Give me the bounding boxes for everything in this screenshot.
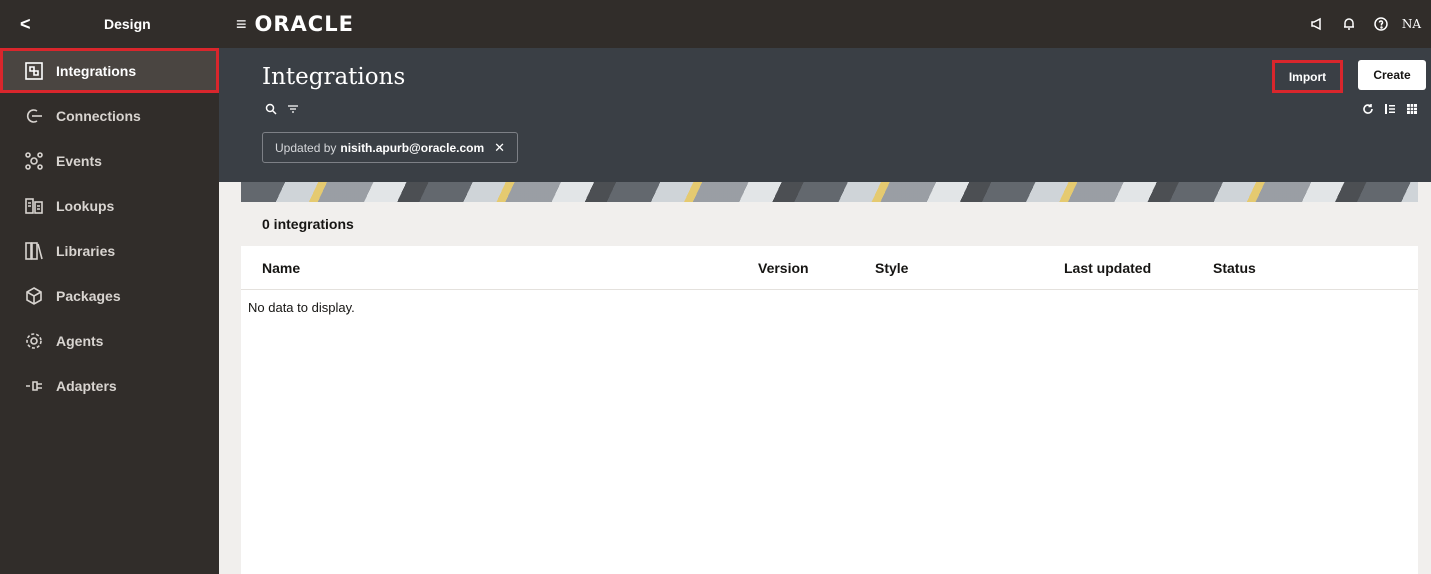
import-button[interactable]: Import	[1272, 60, 1343, 93]
sidebar-header: < Design	[0, 0, 219, 48]
lookups-icon	[24, 196, 44, 216]
sidebar-item-adapters[interactable]: Adapters	[0, 363, 219, 408]
header-right-tools	[1355, 100, 1421, 118]
list-view-icon[interactable]	[1381, 100, 1399, 118]
sidebar-item-connections[interactable]: Connections	[0, 93, 219, 138]
filter-chip-prefix: Updated by	[275, 140, 337, 155]
sidebar-item-label: Agents	[56, 332, 104, 349]
events-icon	[24, 151, 44, 171]
oracle-logo: ORACLE	[254, 12, 354, 36]
top-bar: ≡ ORACLE NA	[219, 0, 1431, 48]
column-header-version[interactable]: Version	[758, 246, 809, 290]
decorative-banner	[241, 182, 1418, 202]
sidebar-item-packages[interactable]: Packages	[0, 273, 219, 318]
header-left-tools	[262, 100, 306, 118]
sidebar-item-label: Integrations	[56, 62, 137, 79]
remove-filter-icon[interactable]: ✕	[494, 140, 505, 156]
sidebar-item-label: Lookups	[56, 197, 115, 214]
table-header: Name Version Style Last updated Status	[241, 246, 1418, 290]
sidebar-item-lookups[interactable]: Lookups	[0, 183, 219, 228]
adapters-icon	[24, 376, 44, 396]
help-icon[interactable]	[1368, 11, 1394, 37]
sidebar-item-events[interactable]: Events	[0, 138, 219, 183]
sidebar-item-libraries[interactable]: Libraries	[0, 228, 219, 273]
integration-count: 0 integrations	[241, 202, 1418, 246]
empty-state-message: No data to display.	[248, 300, 355, 315]
sidebar-item-label: Packages	[56, 287, 121, 304]
sidebar-item-agents[interactable]: Agents	[0, 318, 219, 363]
user-avatar[interactable]: NA	[1402, 17, 1421, 31]
sidebar-item-label: Libraries	[56, 242, 116, 259]
page-header: Integrations Updated by nisith.apurb@ora…	[219, 48, 1431, 182]
integrations-icon	[24, 61, 44, 81]
refresh-icon[interactable]	[1359, 100, 1377, 118]
filter-chip-value: nisith.apurb@oracle.com	[340, 140, 485, 155]
connections-icon	[24, 106, 44, 126]
column-header-style[interactable]: Style	[875, 246, 908, 290]
notification-bell-icon[interactable]	[1336, 11, 1362, 37]
announcement-icon[interactable]	[1304, 11, 1330, 37]
create-button[interactable]: Create	[1358, 60, 1426, 90]
column-header-last-updated[interactable]: Last updated	[1064, 246, 1151, 290]
filter-icon[interactable]	[284, 100, 302, 118]
sidebar-item-label: Connections	[56, 107, 141, 124]
column-header-status[interactable]: Status	[1213, 246, 1256, 290]
hamburger-menu-icon[interactable]: ≡	[236, 14, 247, 35]
page-title: Integrations	[262, 64, 406, 90]
sidebar: < Design Integrations Connections Events…	[0, 0, 219, 574]
sidebar-item-label: Events	[56, 152, 102, 169]
filter-chip: Updated by nisith.apurb@oracle.com ✕	[262, 132, 519, 163]
integrations-table: 0 integrations Name Version Style Last u…	[241, 202, 1418, 574]
libraries-icon	[24, 241, 44, 261]
search-icon[interactable]	[262, 100, 280, 118]
sidebar-title: Design	[104, 16, 151, 32]
back-icon[interactable]: <	[20, 14, 42, 35]
agents-icon	[24, 331, 44, 351]
packages-icon	[24, 286, 44, 306]
column-header-name[interactable]: Name	[262, 246, 300, 290]
sidebar-item-integrations[interactable]: Integrations	[0, 48, 219, 93]
grid-view-icon[interactable]	[1403, 100, 1421, 118]
sidebar-item-label: Adapters	[56, 377, 117, 394]
top-bar-actions: NA	[1298, 0, 1421, 48]
